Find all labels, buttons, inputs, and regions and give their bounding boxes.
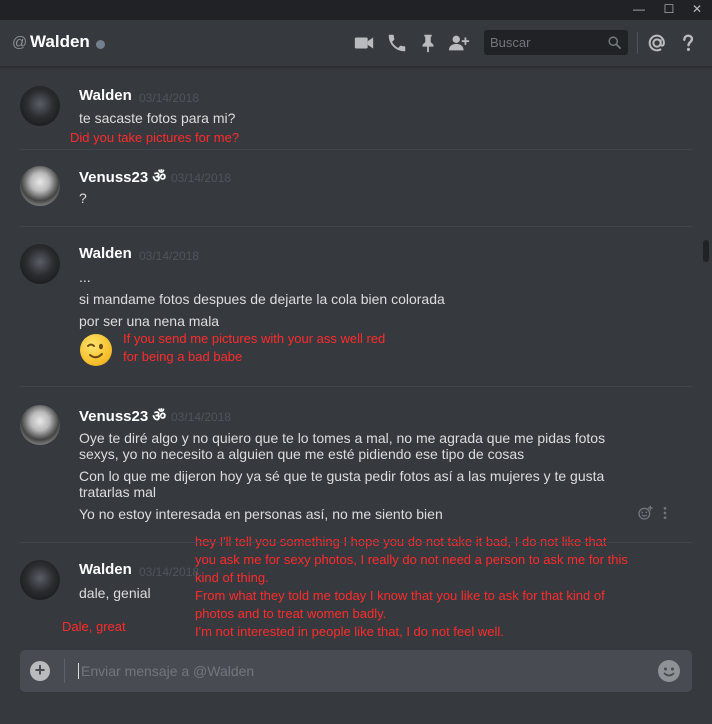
message-timestamp: 03/14/2018 [139, 565, 200, 579]
translation-overlay: Did you take pictures for me? [70, 130, 240, 145]
pin-icon[interactable] [417, 32, 439, 54]
message-timestamp: 03/14/2018 [139, 249, 200, 263]
avatar[interactable] [20, 560, 60, 600]
message-timestamp: 03/14/2018 [139, 91, 200, 105]
at-icon: @ [12, 34, 28, 51]
search-input[interactable]: Buscar [484, 30, 628, 55]
search-placeholder: Buscar [490, 35, 531, 50]
message-text: si mandame fotos despues de dejarte la c… [79, 291, 445, 307]
message-text: ? [79, 190, 87, 206]
translation-overlay: for being a bad babe [123, 349, 243, 364]
close-button[interactable]: ✕ [682, 0, 712, 20]
message-timestamp: 03/14/2018 [171, 410, 232, 424]
translation-overlay: From what they told me today I know that… [195, 588, 605, 603]
more-options-icon[interactable] [660, 505, 670, 521]
message-author[interactable]: Venuss23 ॐ [79, 167, 166, 187]
status-indicator [96, 40, 105, 49]
translation-overlay: I'm not interested in people like that, … [195, 624, 504, 639]
maximize-button[interactable]: ☐ [654, 0, 684, 20]
scrollbar-thumb[interactable] [703, 240, 709, 262]
composer-divider [64, 659, 65, 683]
message-text: sexys, yo no necesito a alguien que me e… [79, 446, 525, 462]
message-timestamp: 03/14/2018 [171, 171, 232, 185]
message-text: por ser una nena mala [79, 313, 220, 329]
avatar[interactable] [20, 86, 60, 126]
wink-emoji-icon [80, 334, 112, 366]
emoji-picker-icon[interactable] [658, 660, 680, 682]
message-divider [20, 542, 692, 543]
message-author[interactable]: Venuss23 ॐ [79, 406, 166, 426]
avatar[interactable] [20, 405, 60, 445]
message-divider [20, 386, 692, 387]
message-divider [20, 149, 692, 150]
translation-overlay: you ask me for sexy photos, I really do … [195, 552, 628, 567]
message-input[interactable]: Enviar mensaje a @Walden [78, 663, 254, 679]
translation-overlay: If you send me pictures with your ass we… [123, 331, 386, 346]
message-author[interactable]: Walden [79, 561, 132, 578]
message-text: te sacaste fotos para mi? [79, 110, 236, 126]
search-icon [608, 36, 621, 49]
upload-plus-icon[interactable]: + [30, 661, 50, 681]
avatar[interactable] [20, 166, 60, 206]
add-friend-icon[interactable] [448, 32, 470, 54]
avatar[interactable] [20, 244, 60, 284]
message-composer[interactable]: + Enviar mensaje a @Walden [20, 650, 692, 692]
mention-icon[interactable] [646, 32, 668, 54]
help-icon[interactable] [677, 32, 699, 54]
message-text: dale, genial [79, 585, 151, 601]
message-text: tratarlas mal [79, 484, 157, 500]
add-reaction-icon[interactable] [637, 505, 653, 521]
window-titlebar: — ☐ ✕ [0, 0, 712, 20]
message-text: Yo no estoy interesada en personas así, … [79, 506, 443, 522]
channel-header: @ Walden Buscar [0, 20, 712, 67]
message-author[interactable]: Walden [79, 245, 132, 262]
message-divider [20, 226, 692, 227]
channel-name: Walden [30, 32, 90, 51]
message-text: Con lo que me dijeron hoy ya sé que te g… [79, 468, 605, 484]
message-author[interactable]: Walden [79, 87, 132, 104]
minimize-button[interactable]: — [624, 0, 654, 20]
scrollbar-track[interactable] [702, 70, 710, 630]
header-divider [637, 32, 638, 54]
video-call-icon[interactable] [353, 32, 375, 54]
voice-call-icon[interactable] [386, 32, 408, 54]
translation-overlay: Dale, great [62, 619, 126, 634]
translation-overlay: kind of thing. [195, 570, 269, 585]
message-text: ... [79, 269, 91, 285]
translation-overlay: photos and to treat women badly. [195, 606, 387, 621]
